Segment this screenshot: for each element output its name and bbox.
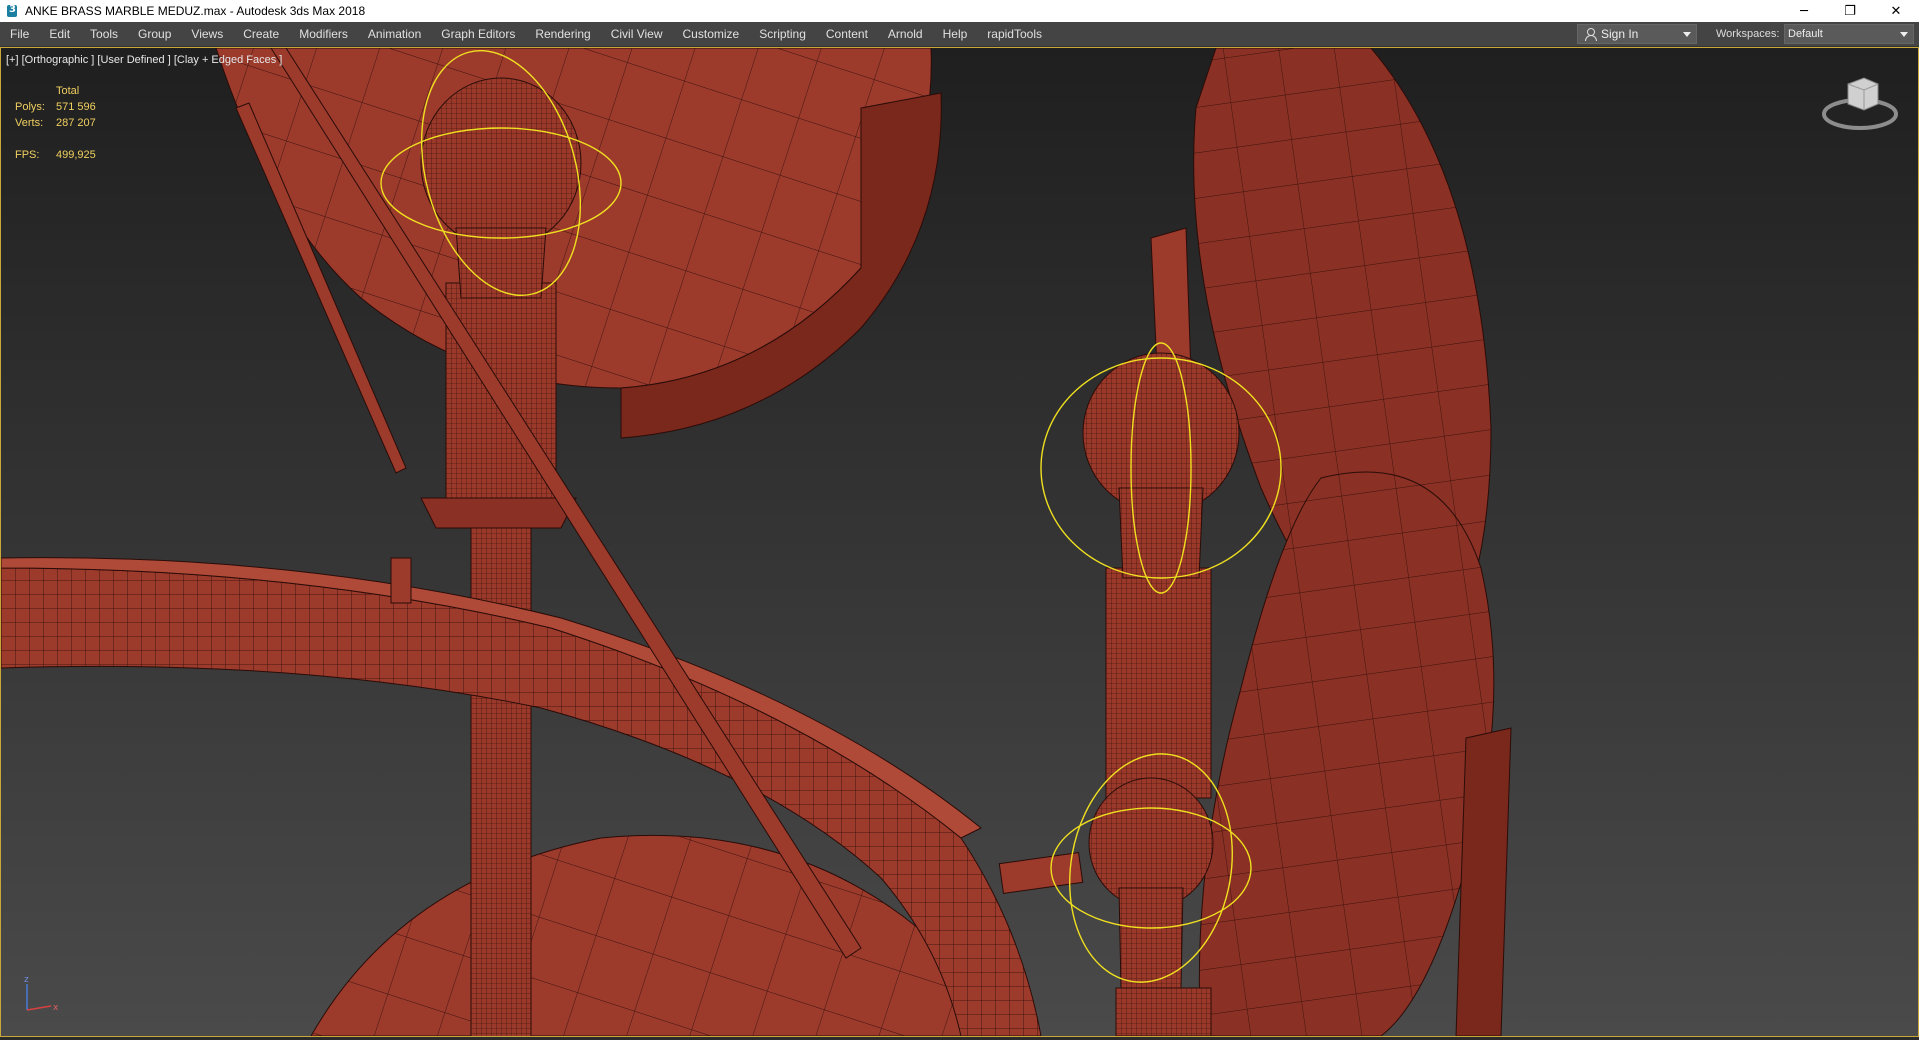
menu-rendering[interactable]: Rendering [525, 22, 600, 46]
menu-edit[interactable]: Edit [39, 22, 80, 46]
menu-content[interactable]: Content [816, 22, 878, 46]
disc-right-front[interactable] [1198, 471, 1512, 1036]
fps-label: FPS: [15, 149, 40, 161]
menu-group[interactable]: Group [128, 22, 181, 46]
3ds-max-app-icon[interactable] [5, 4, 19, 18]
close-button[interactable]: ✕ [1873, 0, 1919, 22]
verts-value: 287 207 [56, 117, 96, 129]
menu-rapidtools[interactable]: rapidTools [977, 22, 1052, 46]
scene-render [1, 48, 1512, 1036]
menu-civil-view[interactable]: Civil View [601, 22, 673, 46]
workspace-select[interactable]: Default [1784, 24, 1914, 44]
axis-x-label: x [53, 1003, 59, 1013]
menu-tools[interactable]: Tools [80, 22, 128, 46]
restore-button[interactable]: ❐ [1827, 0, 1873, 22]
polys-value: 571 596 [56, 101, 96, 113]
axis-z-label: z [24, 975, 29, 985]
menu-arnold[interactable]: Arnold [878, 22, 933, 46]
disc-top-left[interactable] [215, 48, 942, 439]
verts-label: Verts: [15, 117, 44, 129]
menu-views[interactable]: Views [181, 22, 233, 46]
user-icon [1583, 27, 1597, 41]
polys-label: Polys: [15, 101, 45, 113]
menu-modifiers[interactable]: Modifiers [289, 22, 358, 46]
menu-graph-editors[interactable]: Graph Editors [431, 22, 525, 46]
fps-value: 499,925 [56, 149, 96, 161]
window-title: ANKE BRASS MARBLE MEDUZ.max - Autodesk 3… [25, 4, 366, 18]
workspaces-label: Workspaces: [1716, 28, 1780, 40]
menu-help[interactable]: Help [933, 22, 978, 46]
stats-header: Total [56, 85, 80, 97]
workspace-value: Default [1788, 28, 1823, 40]
title-bar: ANKE BRASS MARBLE MEDUZ.max - Autodesk 3… [0, 0, 1919, 22]
menu-animation[interactable]: Animation [358, 22, 431, 46]
axis-tripod-icon: z x [24, 975, 59, 1013]
menu-customize[interactable]: Customize [673, 22, 750, 46]
menu-create[interactable]: Create [233, 22, 289, 46]
chevron-down-icon [1683, 32, 1691, 37]
viewport-label[interactable]: [+] [Orthographic ] [User Defined ] [Cla… [6, 54, 282, 66]
viewcube-icon[interactable] [1820, 66, 1900, 136]
bulb-right-upper[interactable] [1082, 352, 1240, 579]
perspective-viewport[interactable]: [+] [Orthographic ] [User Defined ] [Cla… [0, 47, 1919, 1037]
menu-file[interactable]: File [0, 22, 39, 46]
chevron-down-icon [1900, 32, 1908, 37]
sign-in-dropdown[interactable]: Sign In [1577, 24, 1697, 44]
menu-scripting[interactable]: Scripting [749, 22, 816, 46]
sign-in-label: Sign In [1601, 27, 1639, 41]
minimize-button[interactable]: ─ [1781, 0, 1827, 22]
window-controls: ─ ❐ ✕ [1781, 0, 1919, 22]
